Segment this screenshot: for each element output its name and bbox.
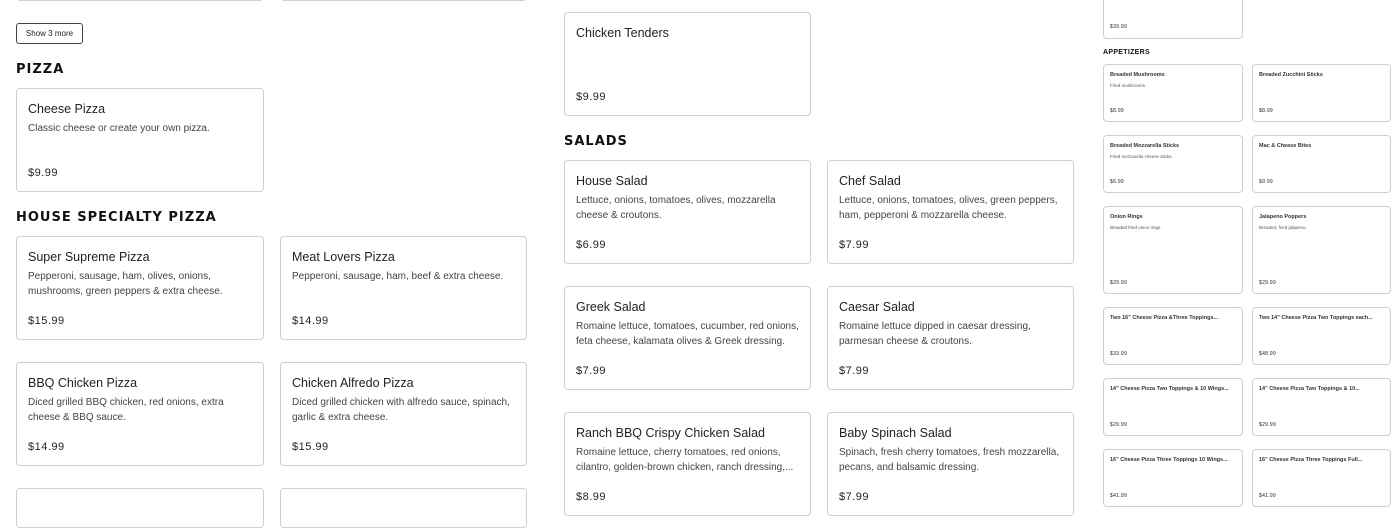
section-title-appetizers: APPETIZERS: [1103, 49, 1150, 56]
item-title: Greek Salad: [576, 300, 646, 314]
item-price: $15.99: [28, 315, 65, 327]
menu-item-card[interactable]: Ranch BBQ Crispy Chicken Salad Romaine l…: [564, 412, 811, 516]
menu-card-partial[interactable]: [280, 488, 527, 528]
menu-item-card[interactable]: Onion Rings Breaded fried onion rings. $…: [1103, 206, 1243, 294]
item-title: Super Supreme Pizza: [28, 250, 150, 264]
menu-item-card[interactable]: Chicken Alfredo Pizza Diced grilled chic…: [280, 362, 527, 466]
item-price: $29.99: [1259, 422, 1277, 428]
show-more-button[interactable]: Show 3 more: [16, 23, 83, 44]
item-description: Romaine lettuce dipped in caesar dressin…: [839, 321, 1031, 347]
menu-item-card[interactable]: Greek Salad Romaine lettuce, tomatoes, c…: [564, 286, 811, 390]
item-price: $29.99: [1110, 280, 1128, 286]
item-price: $29.99: [1259, 280, 1277, 286]
menu-item-card[interactable]: 14" Cheese Pizza Two Toppings & 10... $2…: [1252, 378, 1391, 436]
item-price: $14.99: [292, 315, 329, 327]
menu-card-partial[interactable]: [16, 0, 264, 1]
section-title-house-specialty: HOUSE SPECIALTY PIZZA: [16, 210, 217, 225]
section-title-pizza: PIZZA: [16, 62, 65, 77]
item-price: $6.99: [576, 239, 607, 251]
item-title: 16" Cheese Pizza Three Toppings Full...: [1259, 457, 1363, 463]
menu-item-card[interactable]: Mac & Cheese Bites $9.99: [1252, 135, 1391, 193]
menu-item-card[interactable]: Super Supreme Pizza Pepperoni, sausage, …: [16, 236, 264, 340]
menu-item-card[interactable]: BBQ Chicken Pizza Diced grilled BBQ chic…: [16, 362, 264, 466]
item-title: Ranch BBQ Crispy Chicken Salad: [576, 426, 765, 440]
item-price: $39.99: [1110, 24, 1128, 30]
item-description: Fried mozzarella cheese sticks.: [1110, 154, 1173, 159]
item-price: $15.99: [292, 441, 329, 453]
item-price: $33.99: [1110, 351, 1128, 357]
menu-item-card[interactable]: Two 16" Cheese Pizza &Three Toppings... …: [1103, 307, 1243, 365]
item-title: Caesar Salad: [839, 300, 915, 314]
menu-item-card[interactable]: Two 14" Cheese Pizza Two Toppings each..…: [1252, 307, 1391, 365]
item-title: Onion Rings: [1110, 214, 1143, 220]
menu-item-card[interactable]: Breaded Mozzarella Sticks Fried mozzarel…: [1103, 135, 1243, 193]
item-description: Fried mushrooms.: [1110, 83, 1147, 88]
item-price: $41.99: [1259, 493, 1277, 499]
item-description: Pepperoni, sausage, ham, beef & extra ch…: [292, 271, 504, 282]
item-title: Chef Salad: [839, 174, 901, 188]
section-title-salads: SALADS: [564, 134, 628, 149]
item-description: Diced grilled chicken with alfredo sauce…: [292, 397, 510, 423]
item-description: Pepperoni, sausage, ham, olives, onions,…: [28, 271, 223, 297]
menu-item-card[interactable]: Breaded Zucchini Sticks $8.99: [1252, 64, 1391, 122]
item-price: $48.99: [1259, 351, 1277, 357]
item-price: $41.99: [1110, 493, 1128, 499]
item-title: Mac & Cheese Bites: [1259, 143, 1312, 149]
item-title: Two 16" Cheese Pizza &Three Toppings...: [1110, 315, 1219, 321]
menu-item-card[interactable]: Chef Salad Lettuce, onions, tomatoes, ol…: [827, 160, 1074, 264]
item-price: $9.99: [576, 91, 607, 103]
item-price: $7.99: [839, 491, 870, 503]
item-title: 14" Cheese Pizza Two Toppings & 10 Wings…: [1110, 386, 1229, 392]
item-title: 16" Cheese Pizza Three Toppings 10 Wings…: [1110, 457, 1228, 463]
item-description: Diced grilled BBQ chicken, red onions, e…: [28, 397, 224, 423]
item-price: $9.99: [28, 167, 59, 179]
item-title: Cheese Pizza: [28, 102, 106, 116]
menu-item-card[interactable]: Meat Lovers Pizza Pepperoni, sausage, ha…: [280, 236, 527, 340]
item-price: $9.99: [1259, 179, 1274, 185]
item-title: Breaded Mushrooms: [1110, 72, 1165, 78]
item-description: Lettuce, onions, tomatoes, olives, green…: [839, 195, 1058, 221]
menu-item-card[interactable]: $39.99: [1103, 0, 1243, 39]
item-price: $14.99: [28, 441, 65, 453]
menu-item-card[interactable]: 14" Cheese Pizza Two Toppings & 10 Wings…: [1103, 378, 1243, 436]
item-title: House Salad: [576, 174, 648, 188]
item-title: Chicken Tenders: [576, 26, 669, 40]
item-price: $8.99: [1110, 108, 1125, 114]
item-title: BBQ Chicken Pizza: [28, 376, 138, 390]
menu-card-partial[interactable]: [16, 488, 264, 528]
menu-item-card[interactable]: Chicken Tenders $9.99: [564, 12, 811, 116]
item-title: Chicken Alfredo Pizza: [292, 376, 414, 390]
item-description: Classic cheese or create your own pizza.: [28, 123, 210, 134]
item-title: Meat Lovers Pizza: [292, 250, 395, 264]
menu-item-card[interactable]: Jalapeno Poppers Breaded, fried jalapeno…: [1252, 206, 1391, 294]
menu-item-card[interactable]: Caesar Salad Romaine lettuce dipped in c…: [827, 286, 1074, 390]
item-title: Jalapeno Poppers: [1259, 214, 1307, 220]
menu-item-card[interactable]: House Salad Lettuce, onions, tomatoes, o…: [564, 160, 811, 264]
item-description: Spinach, fresh cherry tomatoes, fresh mo…: [839, 447, 1060, 473]
item-price: $7.99: [839, 239, 870, 251]
menu-item-card[interactable]: Cheese Pizza Classic cheese or create yo…: [16, 88, 264, 192]
item-description: Breaded, fried jalapeno.: [1259, 225, 1307, 230]
item-description: Romaine lettuce, cherry tomatoes, red on…: [576, 447, 794, 473]
item-description: Romaine lettuce, tomatoes, cucumber, red…: [576, 321, 799, 347]
item-title: 14" Cheese Pizza Two Toppings & 10...: [1259, 386, 1360, 392]
item-price: $7.99: [839, 365, 870, 377]
item-description: Breaded fried onion rings.: [1110, 225, 1162, 230]
item-price: $7.99: [576, 365, 607, 377]
item-title: Baby Spinach Salad: [839, 426, 952, 440]
menu-card-partial[interactable]: [280, 0, 527, 1]
menu-item-card[interactable]: 16" Cheese Pizza Three Toppings Full... …: [1252, 449, 1391, 507]
item-price: $29.99: [1110, 422, 1128, 428]
item-price: $8.99: [1259, 108, 1274, 114]
menu-item-card[interactable]: 16" Cheese Pizza Three Toppings 10 Wings…: [1103, 449, 1243, 507]
menu-item-card[interactable]: Baby Spinach Salad Spinach, fresh cherry…: [827, 412, 1074, 516]
item-price: $6.99: [1110, 179, 1125, 185]
item-title: Breaded Mozzarella Sticks: [1110, 143, 1180, 149]
item-title: Two 14" Cheese Pizza Two Toppings each..…: [1259, 315, 1373, 321]
menu-item-card[interactable]: Breaded Mushrooms Fried mushrooms. $8.99: [1103, 64, 1243, 122]
item-price: $8.99: [576, 491, 607, 503]
item-description: Lettuce, onions, tomatoes, olives, mozza…: [576, 195, 776, 221]
item-title: Breaded Zucchini Sticks: [1259, 72, 1323, 78]
